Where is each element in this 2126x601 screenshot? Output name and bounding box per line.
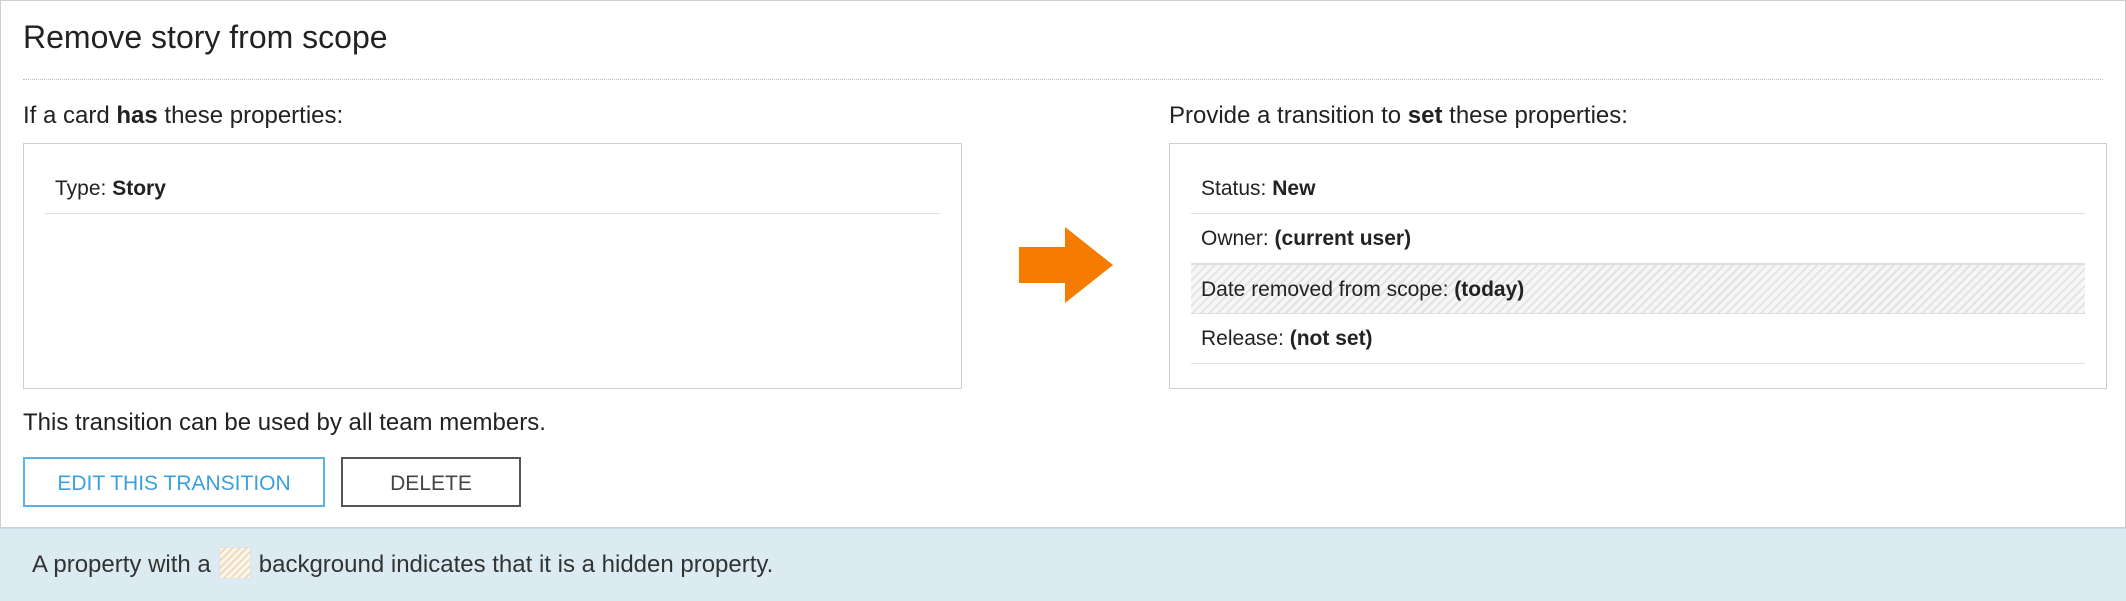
actions-label-prefix: Provide a transition to [1169, 102, 1408, 129]
property-name: Status: [1201, 177, 1267, 200]
conditions-label-prefix: If a card [23, 102, 117, 129]
property-value: (not set) [1289, 327, 1373, 350]
hidden-pattern-swatch-icon [218, 546, 251, 579]
actions-label-suffix: these properties: [1442, 102, 1628, 129]
conditions-label-suffix: these properties: [157, 102, 344, 129]
property-name: Date removed from scope: [1201, 278, 1449, 301]
transition-title: Remove story from scope [23, 19, 388, 55]
delete-button[interactable]: DELETE [341, 457, 521, 507]
conditions-label-bold: has [116, 102, 158, 129]
title-divider [23, 79, 2103, 80]
property-name: Type: [55, 177, 107, 200]
action-row-release: Release: (not set) [1191, 314, 2085, 364]
property-value: (current user) [1274, 227, 1412, 250]
right-arrow-icon [1019, 227, 1113, 303]
hidden-property-legend: A property with a background indicates th… [0, 528, 2126, 601]
property-name: Release: [1201, 327, 1284, 350]
property-value: New [1272, 177, 1316, 200]
legend-text: A property with a background indicates th… [32, 546, 774, 579]
actions-label-bold: set [1407, 102, 1443, 129]
property-value: Story [112, 177, 166, 200]
edit-transition-button[interactable]: EDIT THIS TRANSITION [23, 457, 325, 507]
action-row-owner: Owner: (current user) [1191, 214, 2085, 264]
legend-text-after: background indicates that it is a hidden… [258, 551, 774, 578]
actions-label: Provide a transition to set these proper… [1169, 102, 1628, 130]
conditions-label: If a card has these properties: [23, 102, 343, 130]
action-row-status: Status: New [1191, 164, 2085, 214]
action-row-date-removed-hidden: Date removed from scope: (today) [1191, 264, 2085, 314]
legend-text-before: A property with a [32, 551, 211, 578]
usage-text: This transition can be used by all team … [23, 409, 546, 436]
actions-box: Status: New Owner: (current user) Date r… [1169, 143, 2107, 389]
condition-row-type: Type: Story [45, 164, 940, 214]
property-value: (today) [1454, 278, 1525, 301]
conditions-box: Type: Story [23, 143, 962, 389]
property-name: Owner: [1201, 227, 1269, 250]
transition-panel: Remove story from scope If a card has th… [0, 0, 2126, 528]
